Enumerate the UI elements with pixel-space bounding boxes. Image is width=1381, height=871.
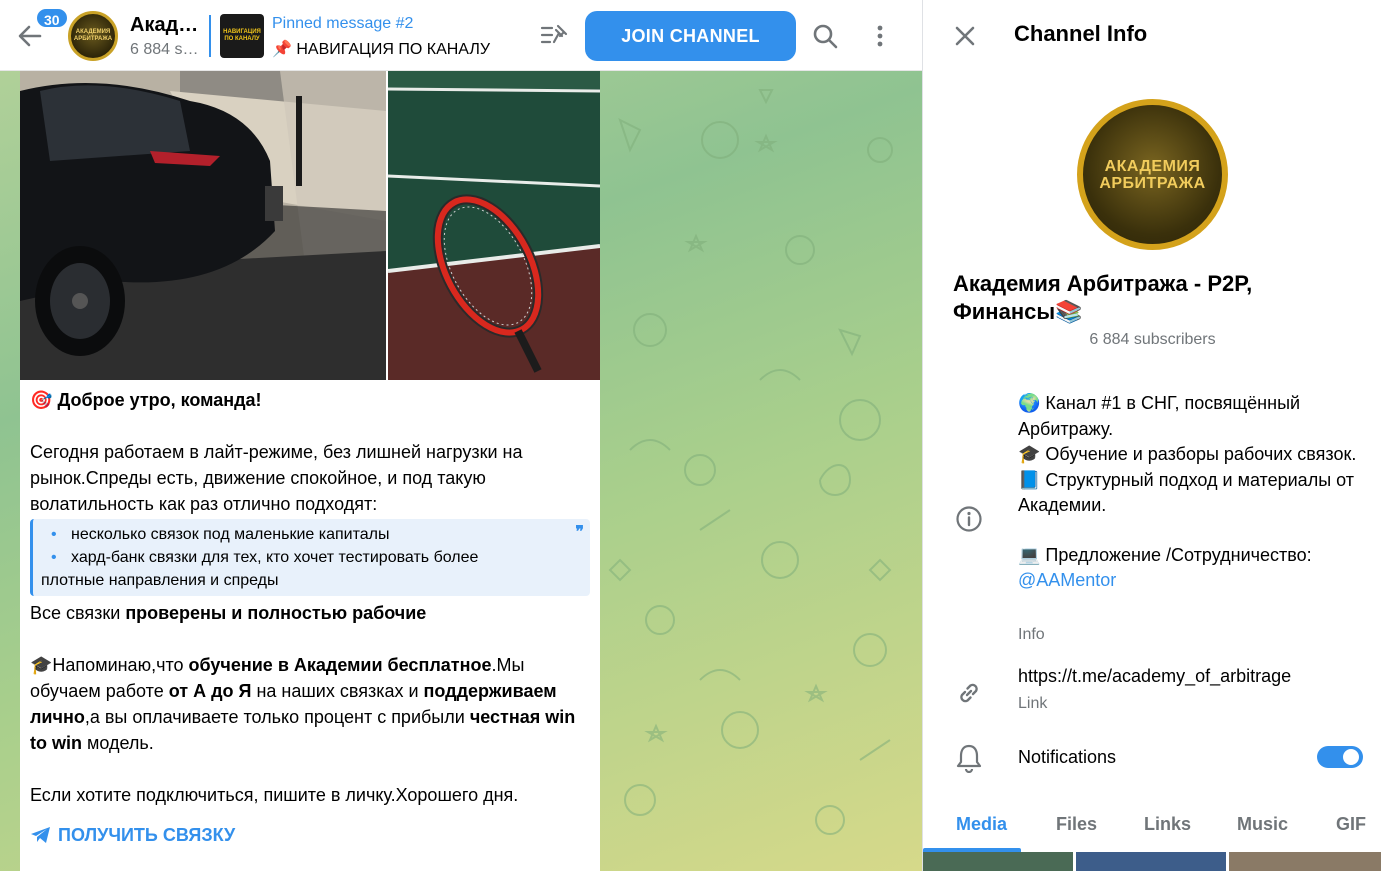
avatar-large-text-line1: АКАДЕМИЯ xyxy=(1104,157,1201,175)
greeting-text: Доброе утро, команда! xyxy=(57,390,262,410)
bell-icon xyxy=(956,744,982,773)
tennis-photo-image xyxy=(388,71,600,380)
tab-media[interactable]: Media xyxy=(956,814,1007,835)
quote-item: несколько связок под маленькие капиталы xyxy=(41,523,570,546)
post-paragraph-1: Сегодня работаем в лайт-режиме, без лишн… xyxy=(30,442,523,514)
pin-list-icon xyxy=(540,24,568,44)
more-menu-button[interactable] xyxy=(866,22,894,50)
desc-line-4: 💻 Предложение /Сотрудничество: xyxy=(1018,544,1312,565)
channel-name: Академия Арбитража - P2P, Финансы📚 xyxy=(953,271,1253,324)
post-paragraph-education: 🎓Напоминаю,что обучение в Академии беспл… xyxy=(30,652,590,756)
edu-text-1: Напоминаю,что xyxy=(52,655,189,675)
tab-links[interactable]: Links xyxy=(1144,814,1191,835)
tab-gif[interactable]: GIF xyxy=(1336,814,1366,835)
edu-text-5: на наших связках и xyxy=(251,681,424,701)
search-icon xyxy=(813,24,838,49)
pinned-thumbnail[interactable]: НАВИГАЦИЯ ПО КАНАЛУ xyxy=(220,14,264,58)
avatar-large-text-line2: АРБИТРАЖА xyxy=(1099,174,1206,192)
desc-line-1: 🌍 Канал #1 в СНГ, посвящённый Арбитражу. xyxy=(1018,393,1301,439)
graduation-cap-icon: 🎓 xyxy=(30,655,53,675)
chat-column: 30 АКАДЕМИЯ АРБИТРАЖА Академия Арбитража… xyxy=(0,0,922,871)
close-icon xyxy=(955,26,975,46)
edu-text-4: от А до Я xyxy=(168,681,252,701)
telegram-send-icon xyxy=(31,827,50,843)
description-label: Info xyxy=(1018,626,1045,643)
desc-line-3: 📘 Структурный подход и материалы от Акад… xyxy=(1018,469,1354,516)
pinned-title[interactable]: Pinned message #2 xyxy=(272,15,413,33)
search-button[interactable] xyxy=(811,22,839,50)
channel-info-panel: Channel Info АКАДЕМИЯ АРБИТРАЖА Академия … xyxy=(922,0,1381,871)
info-icon xyxy=(956,506,982,532)
mentor-mention-link[interactable]: @AAMentor xyxy=(1018,568,1363,594)
pinned-thumb-text: НАВИГАЦИЯ ПО КАНАЛУ xyxy=(223,29,261,42)
greeting-icon: 🎯 xyxy=(30,390,53,410)
chat-title[interactable]: Академия Арбитража - P2P, Финансы xyxy=(130,14,202,37)
chat-header: 30 АКАДЕМИЯ АРБИТРАЖА Академия Арбитража… xyxy=(0,0,922,71)
quote-item-continuation: плотные направления и спреды xyxy=(41,572,279,589)
media-thumbnail[interactable] xyxy=(923,852,1073,871)
post-photo-tennis[interactable] xyxy=(388,71,600,380)
channel-link-url[interactable]: https://t.me/academy_of_arbitrage xyxy=(1018,666,1291,687)
get-bundle-label: ПОЛУЧИТЬ СВЯЗКУ xyxy=(58,825,236,845)
panel-title: Channel Info xyxy=(1014,21,1148,46)
avatar-text: АКАДЕМИЯ АРБИТРАЖА xyxy=(73,29,113,42)
notifications-label: Notifications xyxy=(1018,747,1117,767)
greeting-line: 🎯 Доброе утро, команда! xyxy=(30,387,590,413)
more-vertical-icon xyxy=(877,25,883,47)
channel-description[interactable]: 🌍 Канал #1 в СНГ, посвящённый Арбитражу.… xyxy=(1018,391,1363,594)
media-grid xyxy=(923,852,1381,871)
quote-mark-icon: ❞ xyxy=(575,524,584,541)
tab-files[interactable]: Files xyxy=(1056,814,1097,835)
media-tabs: Media Files Links Music GIF xyxy=(923,800,1381,852)
post-paragraph-checked: Все связки проверены и полностью рабочие xyxy=(30,600,590,626)
link-icon xyxy=(960,683,978,703)
close-info-button[interactable] xyxy=(953,24,977,48)
channel-avatar-large[interactable]: АКАДЕМИЯ АРБИТРАЖА xyxy=(1077,99,1228,250)
channel-subscribers: 6 884 subscribers xyxy=(1089,331,1216,348)
edu-text-7: ,а вы оплачиваете только процент с прибы… xyxy=(84,707,470,727)
notifications-toggle[interactable] xyxy=(1317,746,1363,768)
post-photo-car[interactable] xyxy=(20,71,386,380)
channel-avatar[interactable]: АКАДЕМИЯ АРБИТРАЖА xyxy=(68,11,118,61)
unread-count-badge: 30 xyxy=(35,7,69,29)
pinned-text[interactable]: 📌 НАВИГАЦИЯ ПО КАНАЛУ xyxy=(272,39,522,59)
media-thumbnail[interactable] xyxy=(1229,852,1381,871)
checked-bold: проверены и полностью рабочие xyxy=(125,603,427,623)
pinned-divider xyxy=(209,15,211,57)
desc-line-2: 🎓 Обучение и разборы рабочих связок. xyxy=(1018,444,1357,464)
link-label: Link xyxy=(1018,695,1048,712)
quote-item: хард-банк связки для тех, кто хочет тест… xyxy=(41,546,570,569)
car-photo-image xyxy=(20,71,386,380)
avatar-large-text: АКАДЕМИЯ АРБИТРАЖА xyxy=(1099,158,1205,192)
channel-post: 🎯 Доброе утро, команда! Сегодня работаем… xyxy=(20,71,600,871)
post-text: 🎯 Доброе утро, команда! Сегодня работаем… xyxy=(30,387,590,851)
checked-prefix: Все связки xyxy=(30,603,126,623)
join-channel-button[interactable]: JOIN CHANNEL xyxy=(585,11,796,61)
post-paragraph-closing: Если хотите подключиться, пишите в личку… xyxy=(30,785,519,805)
get-bundle-link[interactable]: ПОЛУЧИТЬ СВЯЗКУ xyxy=(30,822,235,848)
edu-text-2: обучение в Академии бесплатное xyxy=(188,655,492,675)
edu-text-9: модель. xyxy=(82,733,154,753)
media-thumbnail[interactable] xyxy=(1076,852,1226,871)
post-quote: несколько связок под маленькие капиталы … xyxy=(30,519,590,596)
pinned-list-button[interactable] xyxy=(540,22,570,50)
chat-subscribers: 6 884 subscribers xyxy=(130,41,202,58)
tab-music[interactable]: Music xyxy=(1237,814,1288,835)
